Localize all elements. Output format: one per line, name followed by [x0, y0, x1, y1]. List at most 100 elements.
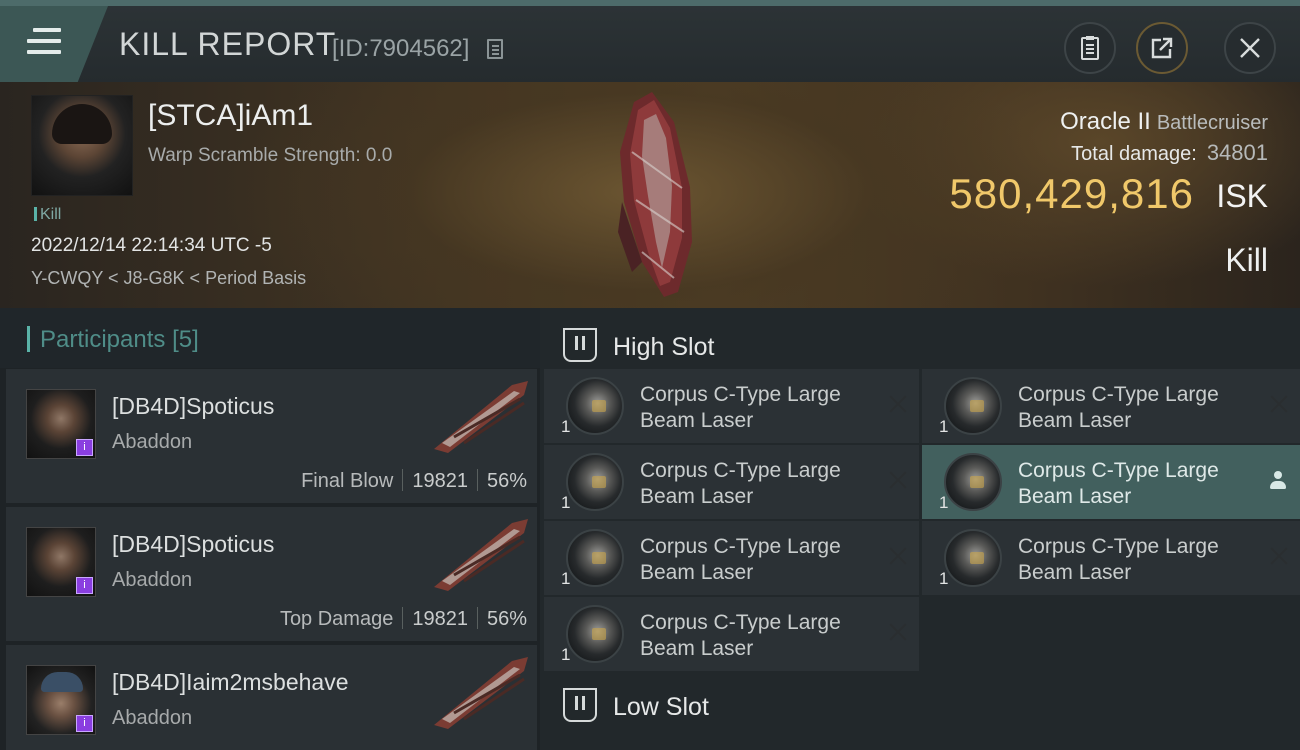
- module-icon: [566, 529, 624, 587]
- participant-name: [DB4D]Spoticus: [112, 531, 275, 557]
- module-name: Corpus C-Type Large Beam Laser: [640, 383, 841, 432]
- participant-name: [DB4D]Iaim2msbehave: [112, 669, 349, 695]
- pilot-badge-icon: i: [76, 577, 93, 594]
- module-item[interactable]: 1 Corpus C-Type Large Beam Laser: [544, 445, 919, 519]
- module-icon: [566, 605, 624, 663]
- hamburger-icon: [27, 28, 61, 61]
- destroyed-x-icon: [889, 547, 907, 565]
- module-qty: 1: [561, 417, 571, 436]
- module-icon: [566, 377, 624, 435]
- module-name: Corpus C-Type Large Beam Laser: [1018, 459, 1219, 508]
- participant-ship-image: [434, 519, 528, 591]
- module-name: Corpus C-Type Large Beam Laser: [640, 611, 841, 660]
- close-button[interactable]: [1224, 22, 1276, 74]
- module-name: Corpus C-Type Large Beam Laser: [1018, 535, 1219, 584]
- participant-percent: 56%: [486, 608, 527, 630]
- kill-datetime: 2022/12/14 22:14:34 UTC -5: [31, 235, 272, 256]
- low-slot-header: Low Slot: [540, 674, 1300, 732]
- participant-role: Final Blow: [301, 470, 394, 492]
- participant-ship: Abaddon: [112, 707, 193, 729]
- module-item-highlighted[interactable]: 1 Corpus C-Type Large Beam Laser: [922, 445, 1300, 519]
- share-icon: [1151, 37, 1173, 59]
- module-item[interactable]: 1 Corpus C-Type Large Beam Laser: [922, 369, 1300, 443]
- pilot-badge-icon: i: [76, 439, 93, 456]
- module-icon: [566, 453, 624, 511]
- kill-report-window: KILL REPORT [ID:7904562] [STCA]iAm1 Warp…: [0, 0, 1300, 750]
- victim-avatar[interactable]: [31, 95, 133, 196]
- high-slot-title: High Slot: [613, 333, 715, 361]
- destroyed-x-icon: [889, 395, 907, 413]
- victim-name[interactable]: [STCA]iAm1: [148, 99, 313, 133]
- report-id: [ID:7904562]: [332, 35, 470, 62]
- participant-avatar[interactable]: i: [26, 389, 96, 459]
- participants-count: [5]: [172, 326, 199, 353]
- total-damage-value: 34801: [1206, 140, 1268, 165]
- participant-ship: Abaddon: [112, 431, 193, 453]
- participant-name: [DB4D]Spoticus: [112, 393, 275, 419]
- participant-percent: 56%: [486, 470, 527, 492]
- participant-stats: Final Blow 19821 56%: [301, 469, 527, 493]
- low-slot-title: Low Slot: [613, 693, 709, 721]
- destroyed-x-icon: [1270, 547, 1288, 565]
- module-item[interactable]: 1 Corpus C-Type Large Beam Laser: [544, 521, 919, 595]
- user-icon: [1270, 471, 1286, 491]
- destroyed-x-icon: [889, 471, 907, 489]
- module-qty: 1: [939, 569, 949, 588]
- module-item[interactable]: 1 Corpus C-Type Large Beam Laser: [544, 369, 919, 443]
- participant-stats: Top Damage 19821 56%: [280, 607, 527, 631]
- victim-banner: [STCA]iAm1 Warp Scramble Strength: 0.0 K…: [0, 82, 1300, 308]
- module-qty: 1: [561, 645, 571, 664]
- warp-scramble-strength: Warp Scramble Strength: 0.0: [148, 145, 393, 166]
- participants-title-text: Participants: [40, 326, 166, 353]
- participant-ship-image: [434, 657, 528, 729]
- menu-button[interactable]: [0, 6, 108, 82]
- slot-icon: [563, 328, 597, 362]
- module-name: Corpus C-Type Large Beam Laser: [640, 535, 841, 584]
- page-title: KILL REPORT: [119, 26, 337, 62]
- participants-header: Participants [5]: [0, 308, 540, 368]
- victim-ship-image[interactable]: [612, 92, 702, 297]
- ship-class: Battlecruiser: [1156, 112, 1268, 134]
- module-name: Corpus C-Type Large Beam Laser: [1018, 383, 1219, 432]
- high-slot-header: High Slot: [540, 314, 1300, 372]
- participant-row[interactable]: i [DB4D]Iaim2msbehave Abaddon: [6, 645, 537, 750]
- pilot-badge-icon: i: [76, 715, 93, 732]
- destroyed-x-icon: [1270, 395, 1288, 413]
- kill-location[interactable]: Y-CWQY < J8-G8K < Period Basis: [31, 268, 306, 289]
- total-damage-label: Total damage:: [1071, 143, 1197, 165]
- participant-row[interactable]: i [DB4D]Spoticus Abaddon Top Damage 19821…: [6, 507, 537, 641]
- participant-damage: 19821: [412, 470, 468, 492]
- isk-value: 580,429,816: [949, 170, 1194, 217]
- module-qty: 1: [561, 569, 571, 588]
- module-qty: 1: [939, 493, 949, 512]
- module-icon: [944, 453, 1002, 511]
- module-name: Corpus C-Type Large Beam Laser: [640, 459, 841, 508]
- total-damage: Total damage: 34801: [1071, 140, 1268, 166]
- close-icon: [1240, 38, 1260, 58]
- module-item[interactable]: 1 Corpus C-Type Large Beam Laser: [922, 521, 1300, 595]
- participant-damage: 19821: [412, 608, 468, 630]
- destroyed-x-icon: [889, 623, 907, 641]
- participant-avatar[interactable]: i: [26, 665, 96, 735]
- module-icon: [944, 377, 1002, 435]
- module-qty: 1: [561, 493, 571, 512]
- kill-result: Kill: [1225, 242, 1268, 278]
- participant-avatar[interactable]: i: [26, 527, 96, 597]
- participant-row[interactable]: i [DB4D]Spoticus Abaddon Final Blow 19821…: [6, 369, 537, 503]
- participants-title: Participants [5]: [40, 326, 199, 354]
- top-bar: KILL REPORT [ID:7904562]: [0, 0, 1300, 82]
- copy-icon[interactable]: [487, 39, 503, 59]
- clipboard-icon: [1081, 36, 1099, 60]
- share-button[interactable]: [1136, 22, 1188, 74]
- isk-unit: ISK: [1216, 178, 1268, 214]
- participant-ship-image: [434, 381, 528, 453]
- ship-name[interactable]: Oracle II Battlecruiser: [1060, 108, 1268, 136]
- module-item[interactable]: 1 Corpus C-Type Large Beam Laser: [544, 597, 919, 671]
- kill-tag: Kill: [34, 206, 61, 224]
- fitting-slots: High Slot 1 Corpus C-Type Large Beam Las…: [540, 308, 1300, 750]
- ship-name-text: Oracle II: [1060, 108, 1151, 135]
- clipboard-button[interactable]: [1064, 22, 1116, 74]
- participant-ship: Abaddon: [112, 569, 193, 591]
- slot-icon: [563, 688, 597, 722]
- section-accent: [27, 326, 30, 352]
